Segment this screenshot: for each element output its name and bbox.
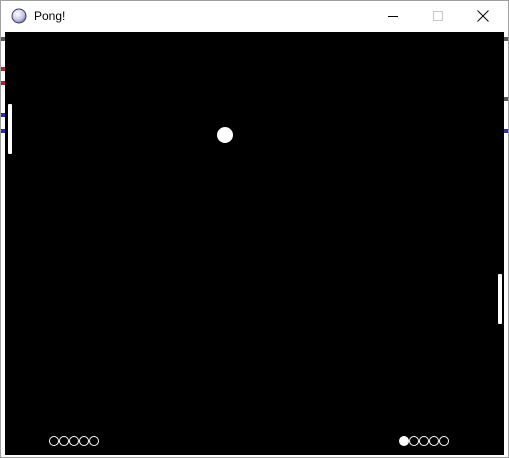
right-player-lives [399,436,449,446]
life-indicator [399,436,409,446]
close-icon [476,10,489,22]
game-canvas[interactable] [5,32,504,455]
life-indicator [69,436,79,446]
close-button[interactable] [460,1,505,31]
background-artifact [504,37,508,41]
left-paddle[interactable] [8,104,12,154]
life-indicator [59,436,69,446]
maximize-button[interactable] [415,1,460,31]
background-artifact [504,129,508,133]
life-indicator [419,436,429,446]
pong-window: Pong! [0,0,509,458]
right-paddle[interactable] [498,274,502,324]
life-indicator [79,436,89,446]
life-indicator [409,436,419,446]
window-title: Pong! [34,9,66,23]
minimize-button[interactable] [370,1,415,31]
maximize-icon [432,11,443,21]
right-border-strip [504,31,508,457]
ball [217,127,233,143]
title-bar[interactable]: Pong! [1,1,508,31]
background-artifact [504,97,508,101]
life-indicator [439,436,449,446]
left-player-lives [49,436,99,446]
life-indicator [49,436,59,446]
life-indicator [89,436,99,446]
life-indicator [429,436,439,446]
app-icon [11,8,27,24]
minimize-icon [387,16,398,17]
